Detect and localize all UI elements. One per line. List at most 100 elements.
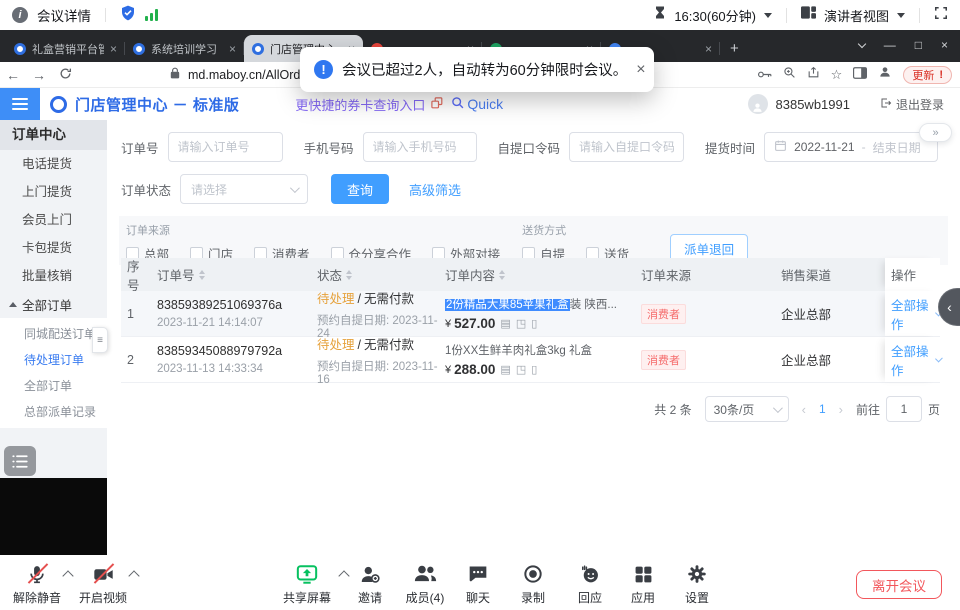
col-order-no[interactable]: 订单号 [151,265,311,284]
password-key-icon[interactable] [758,66,772,84]
sidebar-collapse-handle[interactable]: ≡ [92,327,108,353]
browser-tab[interactable]: 系统培训学习 × [125,35,244,62]
goto-page-input[interactable] [886,396,922,422]
pickup-code-input[interactable] [569,132,684,162]
phone-icon[interactable]: ▯ [531,363,537,376]
camera-off-icon [93,562,114,586]
phone-input[interactable] [363,132,477,162]
unmute-button[interactable]: 解除静音 [5,562,69,606]
fullscreen-icon[interactable] [934,6,948,25]
start-video-button[interactable]: 开启视频 [71,562,135,606]
order-list-float-button[interactable] [4,446,36,476]
user-avatar[interactable] [748,94,768,114]
table-row[interactable]: 1 83859389251069376a 2023-11-21 14:14:07… [121,291,940,337]
toast-message: 会议已超过2人，自动转为60分钟限时会议。 [342,59,627,80]
zoom-icon[interactable] [783,66,796,84]
shield-check-icon[interactable] [120,5,136,26]
sort-icon[interactable] [199,270,205,280]
share-screen-button[interactable]: 共享屏幕 [275,562,339,606]
start-date-value[interactable]: 2022-11-21 [794,140,855,154]
side-panel-icon[interactable] [853,66,867,84]
order-no-input[interactable] [168,132,283,162]
sidebar-item-card-pickup[interactable]: 卡包提货 [0,234,107,262]
meeting-details-button[interactable]: 会议详情 [37,5,91,25]
window-maximize-button[interactable]: □ [915,38,922,52]
browser-profile-icon[interactable] [878,65,892,84]
sidebar-item-phone-pickup[interactable]: 电话提货 [0,150,107,178]
record-button[interactable]: 录制 [501,562,565,606]
bookmark-star-icon[interactable]: ☆ [831,67,843,83]
browser-tab[interactable]: 礼盒营销平台管理中心 × [6,35,125,62]
order-status-label: 订单状态 [121,180,171,199]
new-tab-button[interactable]: + [730,40,739,57]
lock-icon[interactable] [170,66,180,84]
tab-label: 系统培训学习 [151,41,223,57]
reload-icon[interactable] [52,67,78,83]
phone-icon[interactable]: ▯ [531,317,537,330]
timer-dropdown-icon[interactable] [764,13,772,18]
all-actions-dropdown[interactable]: 全部操作 [891,341,931,379]
all-actions-dropdown[interactable]: 全部操作 [891,295,931,333]
next-page-button[interactable]: › [839,402,843,417]
sidebar-item-member-visit[interactable]: 会员上门 [0,206,107,234]
page-size-select[interactable]: 30条/页 [705,396,789,422]
end-date-placeholder[interactable]: 结束日期 [873,139,921,156]
receipt-icon[interactable]: ▤ [500,363,510,376]
leave-meeting-button[interactable]: 离开会议 [856,570,942,599]
view-dropdown-icon[interactable] [897,13,905,18]
divider [786,8,787,23]
promo-link[interactable]: 更快捷的券卡查询入口 [295,95,443,114]
table-row[interactable]: 2 83859345088979792a 2023-11-13 14:33:34… [121,337,940,383]
meeting-window: i 会议详情 16:30(60分钟) 演讲者视图 礼盒营销平台管理中心 × [0,0,960,610]
logout-button[interactable]: 退出登录 [880,96,944,113]
date-range-picker[interactable]: 2022-11-21 - 结束日期 [764,132,938,162]
search-icon [451,96,464,112]
chevron-down-icon [290,183,300,193]
settings-button[interactable]: 设置 [665,562,729,606]
search-button[interactable]: 查询 [331,174,389,204]
meeting-toolbar: 解除静音 开启视频 共享屏幕 邀请 [0,555,960,610]
sidebar-item-batch-verify[interactable]: 批量核销 [0,262,107,290]
chevron-down-icon [935,354,943,362]
layout-view-icon [801,6,816,24]
package-icon[interactable]: ◳ [516,363,526,376]
source-cell: 消费者 [635,304,775,324]
sidebar-section-title: 订单中心 [0,120,107,150]
toast-close-icon[interactable]: × [636,61,645,79]
tab-close-icon[interactable]: × [229,42,236,56]
order-status-select[interactable]: 请选择 [180,174,308,204]
sidebar-subitem-city-delivery[interactable]: 同城配送订单 [0,321,107,347]
back-icon[interactable]: ← [0,67,26,83]
app-header: 门店管理中心 － 标准版 更快捷的券卡查询入口 Quick 8385wb1991… [0,88,960,120]
screen-share-icon [296,562,318,586]
sort-icon[interactable] [346,270,352,280]
tab-search-icon[interactable] [857,39,865,47]
col-status[interactable]: 状态 [311,265,439,284]
share-icon[interactable] [807,66,820,84]
signal-strength-icon[interactable] [145,9,158,21]
current-page[interactable]: 1 [819,402,826,416]
package-icon[interactable]: ◳ [516,317,526,330]
menu-toggle-button[interactable] [0,88,40,120]
sidebar-group-all-orders[interactable]: 全部订单 [0,290,107,318]
tab-close-icon[interactable]: × [110,42,117,56]
expand-filters-button[interactable]: » [919,123,952,142]
prev-page-button[interactable]: ‹ [802,402,806,417]
window-close-button[interactable]: × [941,38,948,52]
window-minimize-button[interactable]: — [884,38,896,52]
tab-close-icon[interactable]: × [705,42,712,56]
tab-favicon [14,43,26,55]
receipt-icon[interactable]: ▤ [500,317,510,330]
sidebar-subitem-all-orders[interactable]: 全部订单 [0,373,107,399]
browser-update-button[interactable]: 更新 ! [903,66,952,84]
sidebar-subitem-pending-orders[interactable]: 待处理订单 [0,347,107,373]
quick-search-link[interactable]: Quick [451,96,503,112]
sidebar-subitem-hq-dispatch-log[interactable]: 总部派单记录 [0,399,107,425]
meeting-topbar: i 会议详情 16:30(60分钟) 演讲者视图 [0,0,960,30]
col-content[interactable]: 订单内容 [439,265,635,284]
forward-icon[interactable]: → [26,67,52,83]
sidebar-item-door-pickup[interactable]: 上门提货 [0,178,107,206]
advanced-filter-link[interactable]: 高级筛选 [409,180,461,199]
view-mode-button[interactable]: 演讲者视图 [824,6,889,25]
sort-icon[interactable] [499,270,505,280]
